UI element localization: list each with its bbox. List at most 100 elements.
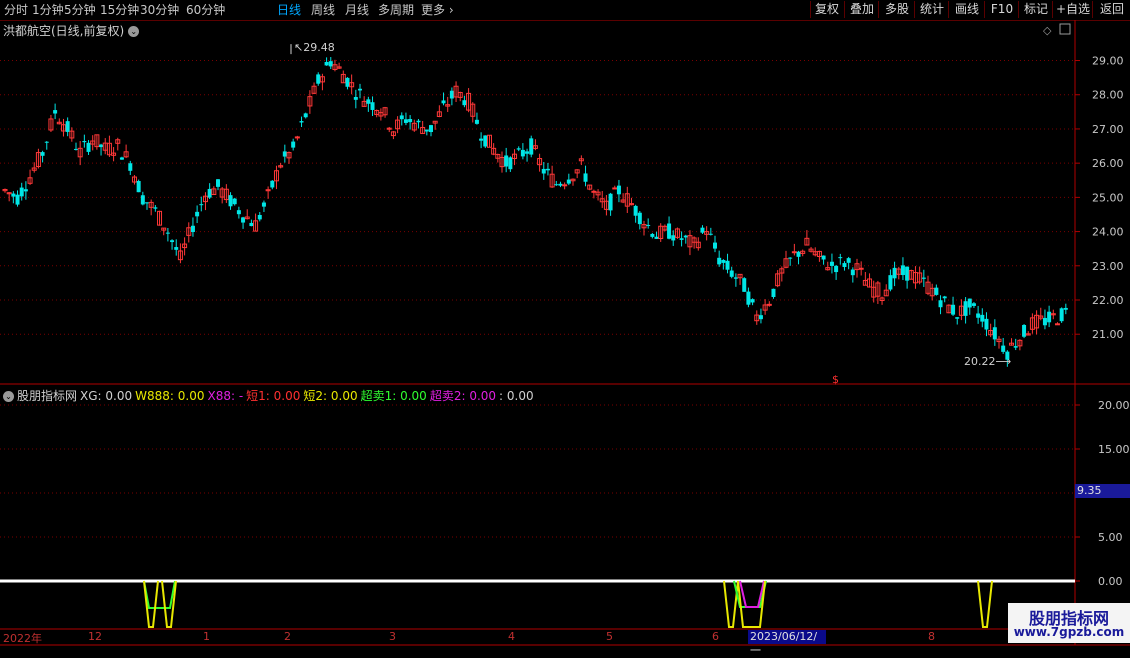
candle-body-242	[1013, 346, 1018, 348]
date-label-2: 1	[203, 630, 210, 643]
chart-canvas: 29.0028.0027.0026.0025.0024.0023.0022.00…	[0, 20, 1130, 646]
candle-body-72	[303, 113, 308, 118]
candle-body-33	[140, 195, 145, 205]
candle-body-67	[282, 151, 287, 157]
date-label-5: 4	[508, 630, 515, 643]
candle-body-213	[892, 267, 897, 279]
stock-title[interactable]: 洪都航空(日线,前复权) ⌄	[3, 22, 140, 39]
candle-body-252	[1054, 323, 1060, 326]
candle-body-47	[199, 204, 204, 206]
candle-body-189	[791, 251, 797, 254]
candle-body-227	[951, 304, 956, 315]
chevron-down-icon[interactable]: ⌄	[128, 26, 140, 37]
indicator-title[interactable]: ⌄ 股朋指标网 XG: 0.00 W888: 0.00 X88: - 短1: 0.00 短2…	[3, 387, 537, 404]
candle-body-129	[541, 168, 546, 174]
candle-body-34	[145, 202, 149, 204]
candle-body-198	[829, 261, 834, 266]
ind-tick-label-3: 0.00	[1098, 575, 1123, 588]
candle-body-120	[504, 155, 509, 167]
candle-body-69	[291, 141, 296, 148]
candle-body-12	[53, 110, 58, 114]
candle-body-30	[128, 163, 133, 171]
indicator-field-7: : 0.00	[499, 389, 534, 403]
candle-body-135	[566, 179, 571, 184]
candle-body-101	[424, 129, 429, 132]
candle-body-253	[1059, 308, 1064, 322]
watermark-logo: 股朋指标网 www.7gpzb.com	[1008, 603, 1130, 643]
low-label: 20.22⟶	[964, 355, 1011, 368]
candle-body-23	[99, 144, 104, 148]
candle-body-97	[408, 118, 413, 123]
date-label-4: 3	[389, 630, 396, 643]
candle-body-19	[82, 141, 87, 143]
indicator-field-6: 超卖2: 0.00	[429, 389, 497, 403]
candle-body-216	[905, 266, 910, 281]
signal-yellow-5	[977, 580, 993, 628]
candle-body-84	[353, 97, 358, 100]
candle-body-41	[174, 247, 179, 250]
price-tick-label-5: 24.00	[1092, 226, 1124, 239]
panel-toggle-icon	[1059, 23, 1071, 35]
date-label-8: 8	[928, 630, 935, 643]
candle-body-95	[399, 115, 404, 120]
candle-body-199	[834, 265, 839, 273]
candle-body-78	[328, 61, 333, 67]
date-axis: 2022年 12 1 2 3 4 5 6 8	[0, 630, 1075, 645]
candle-body-205	[858, 267, 864, 270]
indicator-field-3: 短1: 0.00	[246, 389, 301, 403]
candle-body-114	[479, 138, 484, 141]
candle-body-224	[938, 300, 943, 308]
price-tick-label-6: 23.00	[1092, 260, 1124, 273]
candle-body-233	[976, 313, 981, 318]
candle-body-231	[967, 298, 972, 308]
candle-body-171	[717, 257, 722, 265]
candle-body-115	[483, 135, 488, 147]
candle-body-223	[934, 287, 939, 295]
candle-body-5	[23, 189, 28, 192]
event-marker: $	[832, 373, 839, 386]
date-label-0: 2022年	[3, 632, 42, 645]
candle-body-124	[520, 149, 525, 157]
ind-tick-label-0: 20.00	[1098, 399, 1130, 412]
candle-body-96	[403, 119, 408, 123]
candle-body-123	[516, 148, 521, 150]
candle-body-10	[44, 141, 49, 143]
candle-body-160	[671, 235, 676, 241]
candle-body-169	[708, 233, 713, 235]
candle-body-82	[345, 77, 350, 87]
indicator-name: 股朋指标网	[17, 389, 78, 403]
candle-body-45	[190, 225, 195, 232]
indicator-menu-icon[interactable]: ⌄	[3, 391, 14, 402]
candle-body-126	[529, 138, 534, 155]
candle-body-70	[294, 136, 300, 139]
price-tick-label-7: 22.00	[1092, 294, 1124, 307]
candle-body-107	[449, 90, 454, 99]
candle-body-163	[683, 235, 688, 238]
candle-body-20	[86, 142, 91, 152]
candle-body-130	[545, 168, 550, 171]
candle-body-17	[74, 148, 78, 150]
candle-body-215	[900, 265, 905, 276]
candle-body-121	[508, 157, 513, 170]
candle-body-159	[667, 223, 672, 239]
current-value-badge: 9.35	[1075, 484, 1130, 498]
candle-body-170	[713, 242, 717, 249]
candle-body-113	[474, 119, 479, 124]
candle-body-134	[562, 184, 568, 187]
candle-body-254	[1063, 307, 1068, 310]
candle-body-110	[462, 100, 467, 106]
candle-body-77	[324, 61, 329, 66]
candle-body-61	[257, 214, 262, 220]
candle-body-162	[679, 238, 684, 240]
candle-body-3	[15, 194, 20, 205]
date-label-6: 5	[606, 630, 613, 643]
date-label-1: 12	[88, 630, 102, 643]
price-tick-label-4: 25.00	[1092, 191, 1124, 204]
candle-body-156	[654, 236, 659, 239]
candle-body-75	[316, 74, 321, 84]
ind-tick-label-1: 15.00	[1098, 443, 1130, 456]
candle-body-36	[153, 207, 158, 209]
candle-body-155	[650, 233, 655, 237]
candle-body-57	[241, 217, 246, 223]
candle-body-190	[796, 251, 801, 257]
